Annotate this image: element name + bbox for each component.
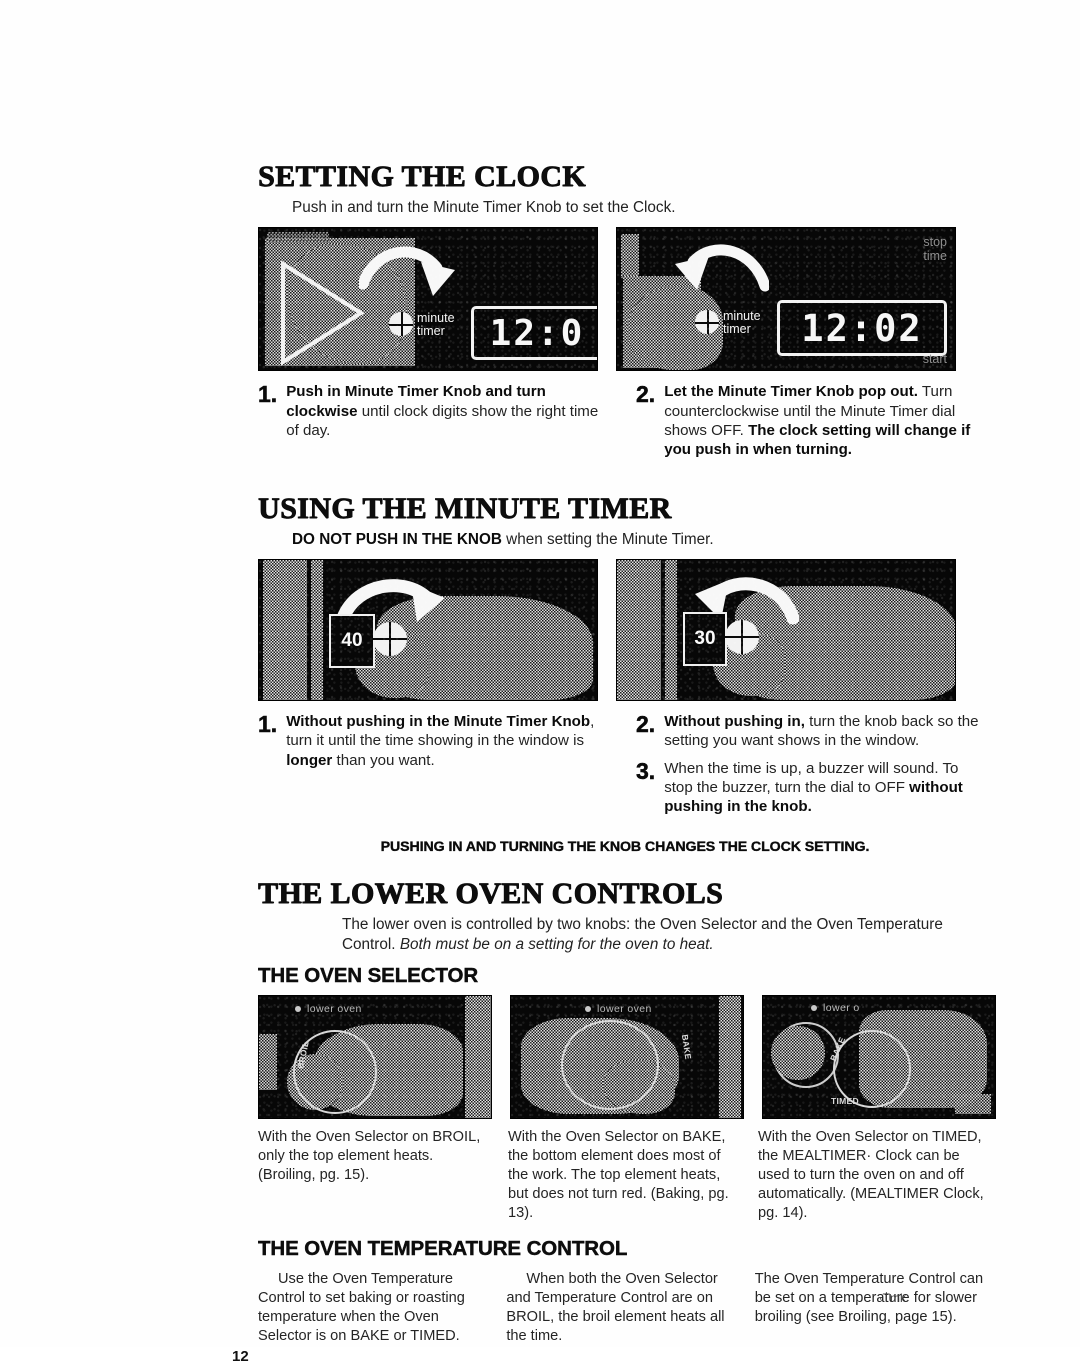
trademark-note: ·Tmk bbox=[878, 1291, 906, 1305]
step-text: Without pushing in the Minute Timer Knob… bbox=[286, 712, 595, 769]
clock-setting-banner: PUSHING IN AND TURNING THE KNOB CHANGES … bbox=[380, 838, 870, 855]
minute-timer-knob bbox=[725, 619, 759, 654]
caption-bake: With the Oven Selector on BAKE, the bott… bbox=[508, 1129, 729, 1222]
clock-photo-row: minute timer 12:0 minute timer 12:02 sto… bbox=[258, 227, 992, 372]
oven-photo-bake: lower oven BAKE bbox=[510, 995, 744, 1120]
oven-selector-captions: With the Oven Selector on BROIL, only th… bbox=[258, 1128, 992, 1223]
step-item: 2. Without pushing in, turn the knob bac… bbox=[636, 712, 988, 751]
using-the-minute-timer-lede: DO NOT PUSH IN THE KNOB when setting the… bbox=[292, 530, 714, 548]
oven-temperature-control-captions: Use the Oven Temperature Control to set … bbox=[258, 1270, 992, 1346]
minute-timer-knob bbox=[373, 621, 407, 656]
clock-display-1: 12:0 bbox=[471, 306, 597, 361]
caption-timed: With the Oven Selector on TIMED, the MEA… bbox=[758, 1129, 984, 1222]
stop-time-label: stop time bbox=[923, 235, 947, 263]
step-text: When the time is up, a buzzer will sound… bbox=[664, 759, 963, 816]
step-column-left: 1. Push in Minute Timer Knob and turn cl… bbox=[258, 382, 610, 467]
minute-timer-photo-row: 40 30 bbox=[258, 558, 992, 701]
caption-temperature-3: The Oven Temperature Control can be set … bbox=[754, 1271, 984, 1325]
timer-photo-2: 30 bbox=[616, 558, 956, 701]
oven-selector-photo-row: lower oven BROIL lower oven BAKE lower o… bbox=[258, 995, 996, 1120]
subsection-title-the-oven-temperature-control: THE OVEN TEMPERATURE CONTROL bbox=[258, 1237, 628, 1261]
step-text: Let the Minute Timer Knob pop out. Turn … bbox=[664, 383, 971, 459]
clock-photo-1: minute timer 12:0 bbox=[258, 227, 598, 372]
caption-broil: With the Oven Selector on BROIL, only th… bbox=[258, 1129, 481, 1184]
minute-timer-steps: 1. Without pushing in the Minute Timer K… bbox=[258, 712, 992, 825]
step-item: 2. Let the Minute Timer Knob pop out. Tu… bbox=[636, 382, 988, 459]
step-item: 1. Push in Minute Timer Knob and turn cl… bbox=[258, 382, 610, 440]
caption-temperature-1: Use the Oven Temperature Control to set … bbox=[258, 1271, 465, 1344]
clock-photo-2: minute timer 12:02 stop time start bbox=[616, 227, 956, 372]
curved-arrow-clockwise-icon bbox=[359, 247, 455, 297]
step-column-left: 1. Without pushing in the Minute Timer K… bbox=[258, 712, 610, 825]
section-title-the-lower-oven-controls: THE LOWER OVEN CONTROLS bbox=[258, 876, 724, 910]
oven-photo-broil: lower oven BROIL bbox=[258, 995, 492, 1120]
section-title-setting-the-clock: SETTING THE CLOCK bbox=[258, 160, 587, 194]
step-text: Push in Minute Timer Knob and turn clock… bbox=[286, 383, 599, 439]
step-column-right: 2. Let the Minute Timer Knob pop out. Tu… bbox=[636, 382, 988, 467]
timer-dial-window-2: 30 bbox=[683, 611, 727, 666]
manual-page: SETTING THE CLOCK Push in and turn the M… bbox=[0, 0, 1080, 1365]
page-content: SETTING THE CLOCK Push in and turn the M… bbox=[232, 160, 996, 1365]
minute-timer-knob-label: minute timer bbox=[417, 311, 455, 339]
setting-the-clock-steps: 1. Push in Minute Timer Knob and turn cl… bbox=[258, 382, 992, 467]
step-item: 1. Without pushing in the Minute Timer K… bbox=[258, 712, 610, 770]
minute-timer-knob-label: minute timer bbox=[723, 309, 761, 337]
section-title-using-the-minute-timer: USING THE MINUTE TIMER bbox=[258, 491, 672, 525]
curved-arrow-counterclockwise-icon bbox=[675, 244, 769, 292]
subsection-title-the-oven-selector: THE OVEN SELECTOR bbox=[258, 964, 479, 988]
page-number: 12 bbox=[232, 1347, 249, 1365]
lower-oven-controls-lede: The lower oven is controlled by two knob… bbox=[342, 915, 943, 953]
timer-photo-1: 40 bbox=[258, 558, 598, 701]
start-label: start bbox=[922, 352, 947, 367]
step-text: Without pushing in, turn the knob back s… bbox=[664, 712, 979, 750]
timer-dial-window-1: 40 bbox=[329, 613, 375, 668]
setting-the-clock-lede: Push in and turn the Minute Timer Knob t… bbox=[292, 199, 676, 216]
step-column-right: 2. Without pushing in, turn the knob bac… bbox=[636, 712, 988, 825]
clock-display-2: 12:02 bbox=[777, 300, 947, 357]
step-item: 3. When the time is up, a buzzer will so… bbox=[636, 759, 988, 817]
oven-photo-timed: lower o BAKE TIMED bbox=[762, 995, 996, 1120]
caption-temperature-2: When both the Oven Selector and Temperat… bbox=[506, 1271, 725, 1344]
